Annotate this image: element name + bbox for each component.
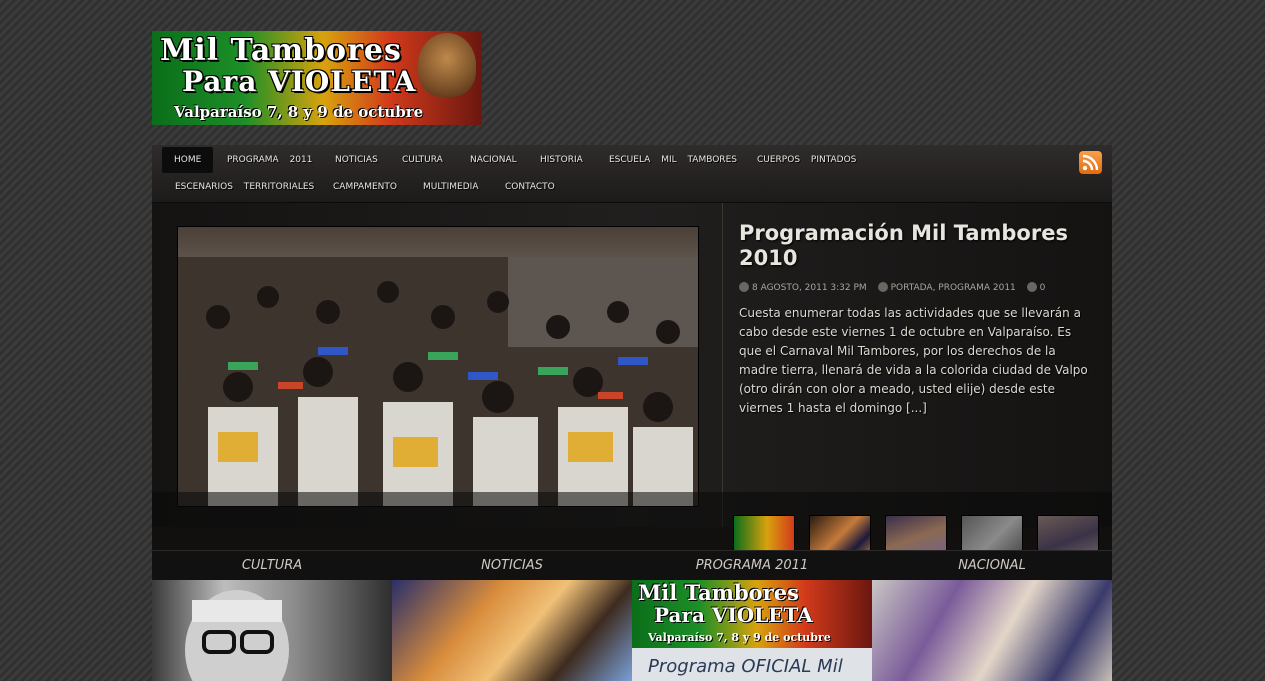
site-logo[interactable]: Mil Tambores Para VIOLETA Valparaíso 7, … (152, 31, 482, 125)
nav-item-home[interactable]: HOME (162, 147, 214, 173)
category-cultura[interactable]: CULTURA (152, 551, 392, 581)
category-programa-2011[interactable]: PROGRAMA 2011 (632, 551, 872, 581)
logo-line-1: Mil Tambores (160, 33, 402, 68)
card-programa-banner: Mil Tambores Para VIOLETA Valparaíso 7, … (632, 580, 872, 648)
nav-item-multimedia[interactable]: MULTIMEDIA (423, 174, 478, 200)
featured-meta: 8 AGOSTO, 2011 3:32 PM PORTADA, PROGRAMA… (739, 282, 1053, 293)
post-date: 8 AGOSTO, 2011 3:32 PM (739, 282, 867, 293)
card-banner-line-1: Mil Tambores (638, 580, 799, 605)
card-noticias-image[interactable] (392, 580, 632, 681)
rss-icon[interactable] (1079, 151, 1102, 174)
nav-item-cuerpos-pintados[interactable]: CUERPOS PINTADOS (757, 147, 856, 173)
nav-item-cultura[interactable]: CULTURA (402, 147, 443, 173)
tag-icon (877, 282, 888, 292)
category-noticias[interactable]: NOTICIAS (392, 551, 632, 581)
nav-item-campamento[interactable]: CAMPAMENTO (333, 174, 397, 200)
card-cultura-image[interactable] (152, 580, 392, 681)
nav-item-noticias[interactable]: NOTICIAS (335, 147, 378, 173)
post-categories[interactable]: PORTADA, PROGRAMA 2011 (877, 282, 1016, 293)
featured-excerpt: Cuesta enumerar todas las actividades qu… (739, 306, 1088, 415)
nav-item-programa-2011[interactable]: PROGRAMA 2011 (227, 147, 312, 173)
nav-item-contacto[interactable]: CONTACTO (505, 174, 555, 200)
main-container: HOME PROGRAMA 2011 NOTICIAS CULTURA NACI… (152, 145, 1112, 681)
card-programa-title[interactable]: Programa OFICIAL Mil (648, 656, 843, 677)
comment-icon (1026, 282, 1037, 292)
logo-line-2: Para VIOLETA (182, 65, 417, 98)
card-banner-line-3: Valparaíso 7, 8 y 9 de octubre (648, 631, 831, 644)
card-banner-line-2: Para VIOLETA (654, 603, 813, 627)
post-date-text: 8 AGOSTO, 2011 3:32 PM (752, 282, 867, 293)
post-categories-text[interactable]: PORTADA, PROGRAMA 2011 (891, 283, 1016, 293)
clock-icon (739, 282, 749, 292)
nav-item-escuela-mil-tambores[interactable]: ESCUELA MIL TAMBORES (609, 147, 737, 173)
featured-slider: Programación Mil Tambores 2010 8 AGOSTO,… (152, 203, 1112, 584)
logo-portrait-image (418, 33, 476, 97)
card-programa-2011[interactable]: Mil Tambores Para VIOLETA Valparaíso 7, … (632, 580, 872, 681)
category-nacional[interactable]: NACIONAL (872, 551, 1112, 581)
nav-item-historia[interactable]: HISTORIA (540, 147, 583, 173)
post-comments-count[interactable]: 0 (1040, 283, 1046, 293)
featured-image[interactable] (177, 226, 699, 507)
nav-item-nacional[interactable]: NACIONAL (470, 147, 517, 173)
main-nav: HOME PROGRAMA 2011 NOTICIAS CULTURA NACI… (152, 145, 1112, 203)
card-nacional-image[interactable] (872, 580, 1112, 681)
logo-line-3: Valparaíso 7, 8 y 9 de octubre (174, 103, 424, 121)
post-comments[interactable]: 0 (1026, 282, 1046, 293)
featured-title[interactable]: Programación Mil Tambores 2010 (739, 221, 1079, 271)
nav-item-escenarios-territoriales[interactable]: ESCENARIOS TERRITORIALES (175, 174, 314, 200)
featured-divider (722, 203, 723, 527)
category-strip: CULTURA NOTICIAS PROGRAMA 2011 NACIONAL (152, 550, 1112, 581)
